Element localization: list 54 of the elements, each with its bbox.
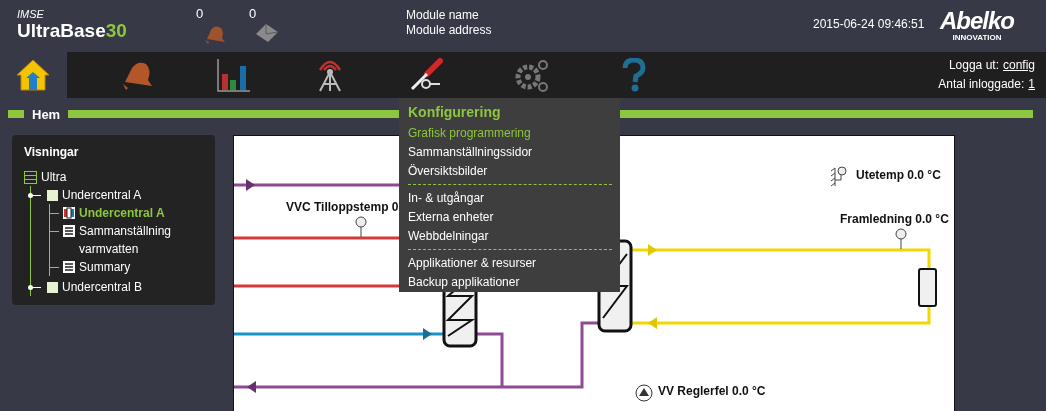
- tree-item[interactable]: Summary: [50, 258, 215, 276]
- bell-icon: [122, 60, 154, 90]
- tree-item[interactable]: Ultra: [24, 168, 215, 186]
- bell-icon[interactable]: [203, 24, 227, 44]
- user-link[interactable]: config: [1002, 58, 1035, 73]
- logout-label: Logga ut:: [948, 58, 999, 73]
- folder-icon: [47, 281, 58, 293]
- bar-chart-icon: [217, 58, 251, 92]
- measurement-label: Framledning 0.0 °C: [840, 212, 949, 226]
- menu-item[interactable]: Översiktsbilder: [408, 162, 612, 181]
- tree-item[interactable]: Undercentral A: [31, 186, 215, 204]
- diagram-icon: [63, 207, 75, 219]
- list-icon: [63, 225, 75, 237]
- gears-icon: [515, 58, 549, 92]
- alarm-indicator-icon: [635, 384, 653, 402]
- company-logo: Abelko: [940, 8, 1014, 33]
- measurement-label: Utetemp 0.0 °C: [856, 168, 941, 182]
- page-title: Hem: [32, 106, 61, 122]
- logged-in-label: Antal inloggade:: [938, 77, 1025, 92]
- menu-item[interactable]: Sammanställningssidor: [408, 143, 612, 162]
- measurement-label: VV Reglerfel 0.0 °C: [658, 384, 766, 398]
- message-count: 0: [249, 7, 257, 21]
- radiator-icon: [918, 268, 937, 307]
- brand-logo: UltraBase30: [17, 20, 127, 42]
- list-icon: [63, 261, 75, 273]
- module-name: Module name: [406, 8, 480, 23]
- tree-item[interactable]: Sammanställning varmvatten: [50, 222, 215, 258]
- help-icon: [622, 58, 646, 92]
- company-tagline: INNOVATION: [952, 33, 1002, 43]
- menu-item[interactable]: Backup applikationer: [408, 273, 612, 292]
- brand-subtitle: IMSE: [17, 9, 45, 20]
- sidebar-title: Visningar: [24, 145, 80, 159]
- menu-item[interactable]: Applikationer & resurser: [408, 254, 612, 273]
- alarm-count: 0: [196, 7, 204, 21]
- logged-in-count-link[interactable]: 1: [1028, 77, 1035, 92]
- sensor-icon: [895, 228, 907, 250]
- tools-icon: [409, 58, 443, 92]
- menu-title: Konfigurering: [408, 104, 502, 120]
- menu-item[interactable]: Webbdelningar: [408, 227, 612, 246]
- title-marker: [8, 110, 24, 118]
- date-time: 2015-06-24 09:46:51: [813, 17, 925, 31]
- menu-item[interactable]: Grafisk programmering: [408, 124, 612, 143]
- envelope-icon[interactable]: [256, 24, 278, 42]
- sensor-icon: [355, 216, 367, 238]
- module-address: Module address: [406, 23, 492, 38]
- tree-item[interactable]: Undercentral A: [50, 204, 215, 222]
- folder-icon: [47, 189, 58, 201]
- menu-item[interactable]: Externa enheter: [408, 208, 612, 227]
- list-icon: [24, 170, 37, 184]
- outdoor-sensor-icon: [830, 166, 847, 187]
- measurement-label: VVC Tilloppstemp 0: [286, 200, 399, 214]
- house-icon: [16, 58, 50, 92]
- tree-item[interactable]: Undercentral B: [31, 278, 215, 296]
- menu-item[interactable]: In- & utgångar: [408, 189, 612, 208]
